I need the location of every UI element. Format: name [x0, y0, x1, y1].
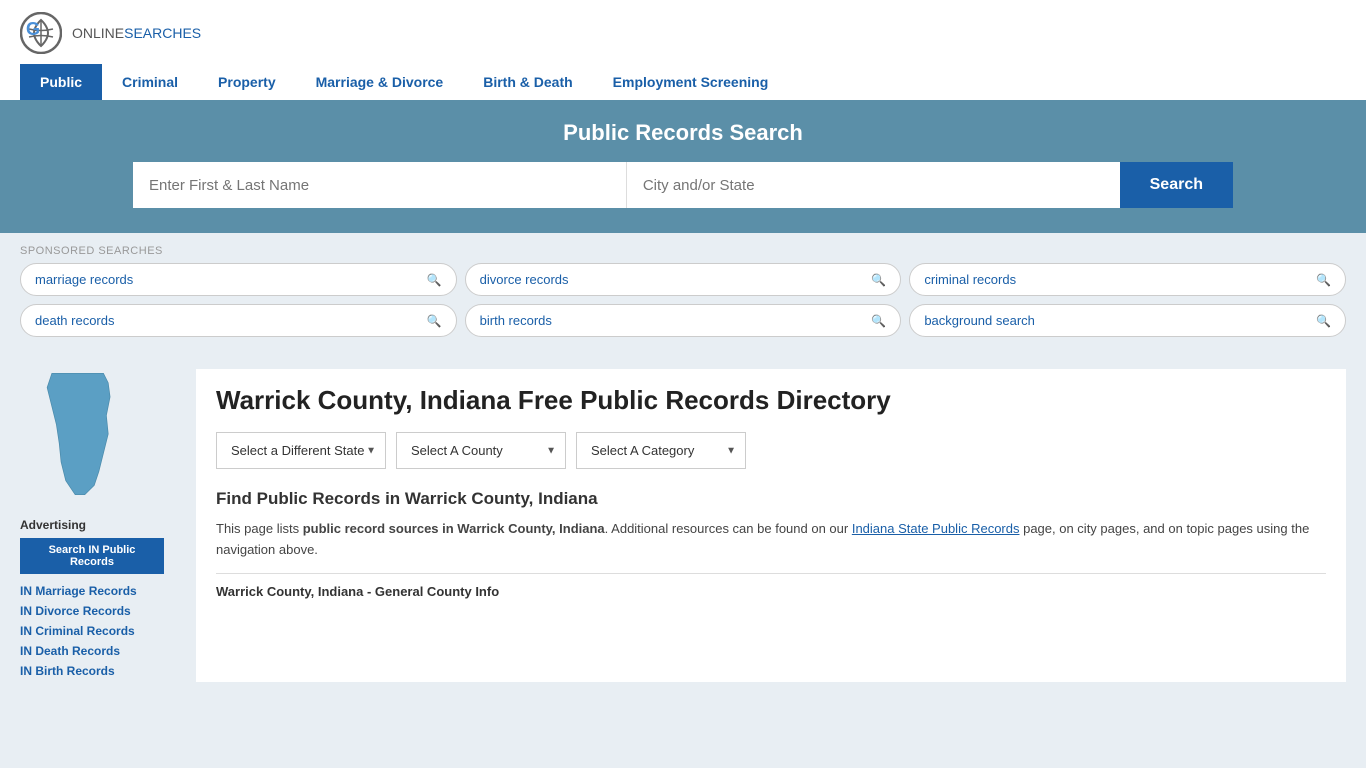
pill-label-criminal: criminal records	[924, 272, 1016, 287]
name-input[interactable]	[133, 162, 627, 208]
search-icon-background: 🔍	[1316, 314, 1331, 328]
sidebar-link-death[interactable]: IN Death Records	[20, 642, 164, 658]
sponsored-pill-birth[interactable]: birth records 🔍	[465, 304, 902, 337]
nav-criminal[interactable]: Criminal	[102, 64, 198, 100]
sponsored-grid: marriage records 🔍 divorce records 🔍 cri…	[20, 263, 1346, 337]
logo-area: G ONLINESEARCHES	[20, 12, 1346, 54]
search-icon-marriage: 🔍	[427, 273, 442, 287]
left-panel: Advertising Search IN Public Records IN …	[20, 369, 180, 682]
category-selector[interactable]: Select A Category	[576, 432, 746, 469]
logo-online: ONLINE	[72, 25, 124, 41]
pill-label-marriage: marriage records	[35, 272, 133, 287]
hero-section: Public Records Search Search	[0, 100, 1366, 233]
sidebar-links: IN Marriage Records IN Divorce Records I…	[20, 582, 164, 678]
right-panel: Warrick County, Indiana Free Public Reco…	[196, 369, 1346, 682]
nav-birth-death[interactable]: Birth & Death	[463, 64, 592, 100]
sponsored-pill-death[interactable]: death records 🔍	[20, 304, 457, 337]
desc-part1: This page lists	[216, 521, 303, 536]
content-row: Advertising Search IN Public Records IN …	[0, 353, 1366, 698]
hero-title: Public Records Search	[30, 120, 1336, 146]
advertising-label: Advertising	[20, 518, 164, 532]
sidebar-link-birth[interactable]: IN Birth Records	[20, 662, 164, 678]
selectors-row: Select a Different State Select A County…	[216, 432, 1326, 469]
sponsored-pill-criminal[interactable]: criminal records 🔍	[909, 263, 1346, 296]
nav-property[interactable]: Property	[198, 64, 296, 100]
location-input[interactable]	[627, 162, 1120, 208]
logo-text: ONLINESEARCHES	[72, 25, 201, 41]
indiana-map	[20, 369, 140, 499]
ad-search-button[interactable]: Search IN Public Records	[20, 538, 164, 574]
sponsored-pill-background[interactable]: background search 🔍	[909, 304, 1346, 337]
county-selector[interactable]: Select A County	[396, 432, 566, 469]
desc-link[interactable]: Indiana State Public Records	[852, 521, 1020, 536]
county-dropdown-wrapper: Select A County	[396, 432, 566, 469]
sidebar-link-divorce[interactable]: IN Divorce Records	[20, 602, 164, 618]
link-in-marriage[interactable]: IN Marriage Records	[20, 584, 137, 598]
search-bar: Search	[133, 162, 1233, 208]
desc-bold: public record sources in Warrick County,…	[303, 521, 605, 536]
nav-employment[interactable]: Employment Screening	[593, 64, 789, 100]
category-dropdown-wrapper: Select A Category	[576, 432, 746, 469]
svg-text:G: G	[26, 19, 40, 39]
link-in-criminal[interactable]: IN Criminal Records	[20, 624, 135, 638]
logo-searches: SEARCHES	[124, 25, 201, 41]
main-nav: Public Criminal Property Marriage & Divo…	[20, 64, 1346, 100]
search-icon-birth: 🔍	[871, 314, 886, 328]
search-icon-death: 🔍	[427, 314, 442, 328]
pill-label-death: death records	[35, 313, 115, 328]
sidebar-link-marriage[interactable]: IN Marriage Records	[20, 582, 164, 598]
header: G ONLINESEARCHES Public Criminal Propert…	[0, 0, 1366, 100]
pill-label-divorce: divorce records	[480, 272, 569, 287]
description-text: This page lists public record sources in…	[216, 519, 1326, 561]
link-in-death[interactable]: IN Death Records	[20, 644, 120, 658]
search-button[interactable]: Search	[1120, 162, 1233, 208]
page-title: Warrick County, Indiana Free Public Reco…	[216, 385, 1326, 416]
content-divider	[216, 573, 1326, 574]
desc-part2: . Additional resources can be found on o…	[605, 521, 852, 536]
nav-marriage-divorce[interactable]: Marriage & Divorce	[296, 64, 464, 100]
link-in-birth[interactable]: IN Birth Records	[20, 664, 115, 678]
nav-public[interactable]: Public	[20, 64, 102, 100]
search-icon-criminal: 🔍	[1316, 273, 1331, 287]
sponsored-pill-marriage[interactable]: marriage records 🔍	[20, 263, 457, 296]
pill-label-birth: birth records	[480, 313, 552, 328]
pill-label-background: background search	[924, 313, 1035, 328]
search-icon-divorce: 🔍	[871, 273, 886, 287]
sponsored-label: SPONSORED SEARCHES	[20, 245, 1346, 257]
sponsored-pill-divorce[interactable]: divorce records 🔍	[465, 263, 902, 296]
find-records-title: Find Public Records in Warrick County, I…	[216, 489, 1326, 509]
state-selector[interactable]: Select a Different State	[216, 432, 386, 469]
sponsored-area: SPONSORED SEARCHES marriage records 🔍 di…	[0, 233, 1366, 337]
sidebar-link-criminal[interactable]: IN Criminal Records	[20, 622, 164, 638]
link-in-divorce[interactable]: IN Divorce Records	[20, 604, 131, 618]
logo-icon: G	[20, 12, 62, 54]
state-dropdown-wrapper: Select a Different State	[216, 432, 386, 469]
general-info-title: Warrick County, Indiana - General County…	[216, 584, 1326, 599]
